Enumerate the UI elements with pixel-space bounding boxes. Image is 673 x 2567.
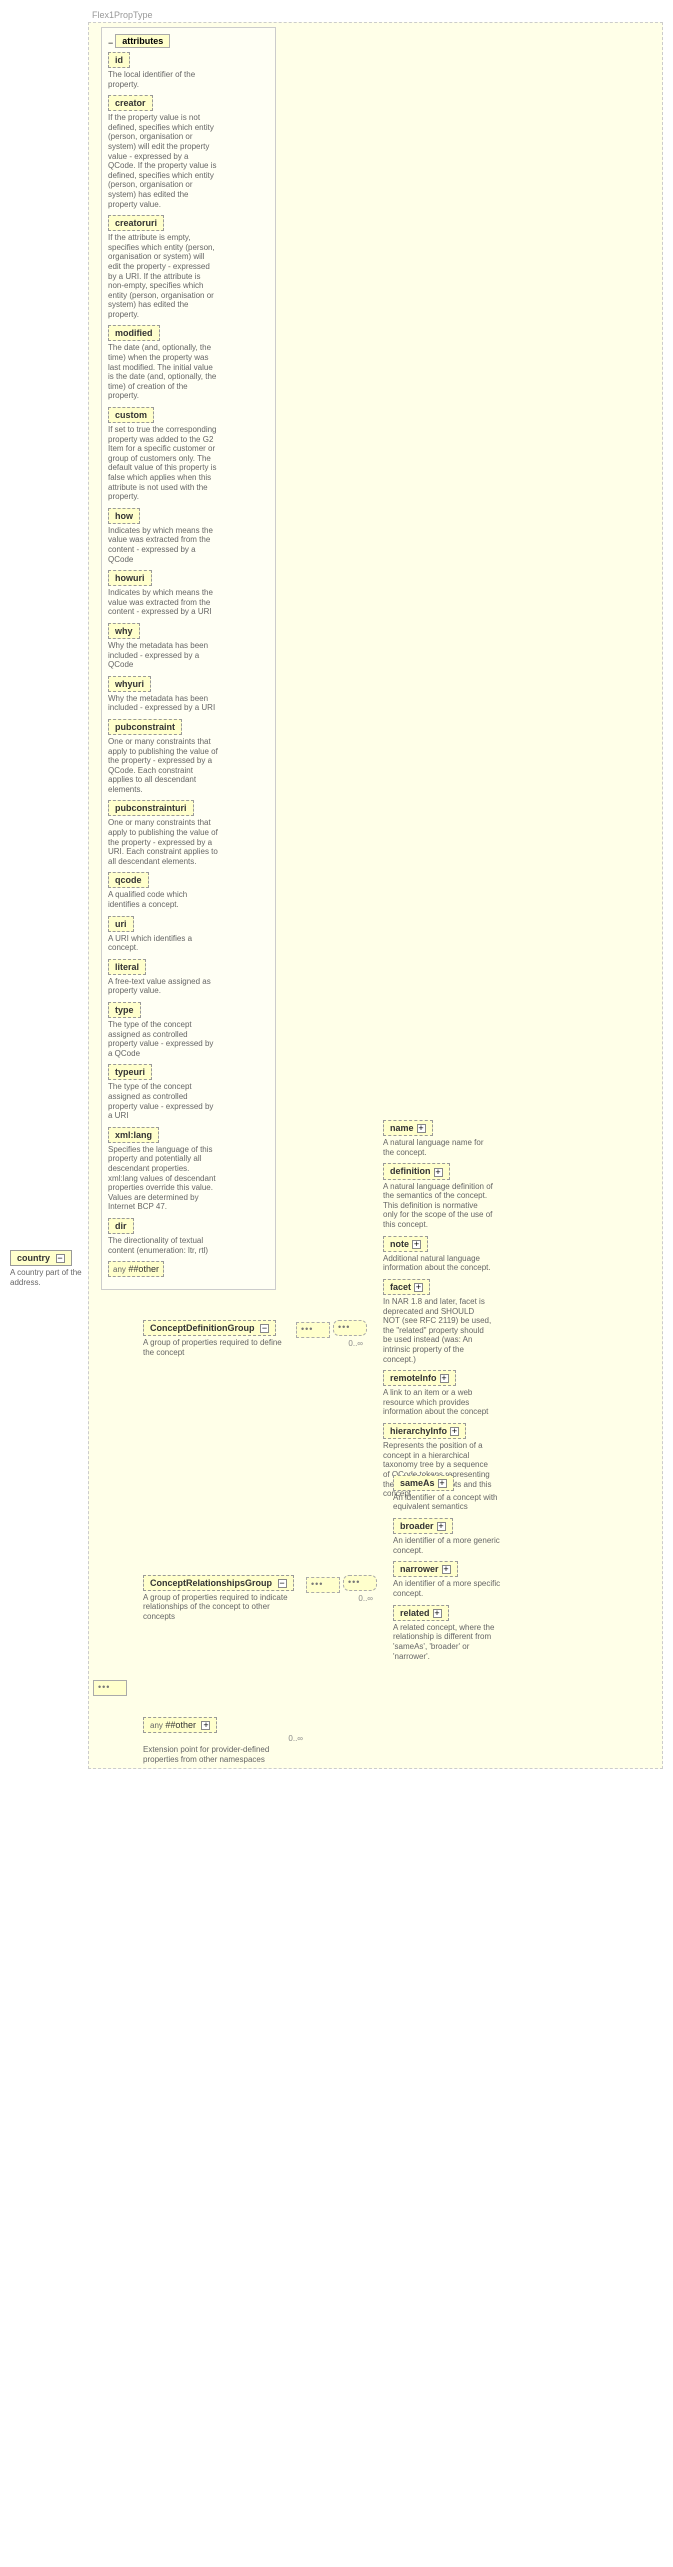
element-doc: A natural language name for the concept. <box>383 1138 493 1157</box>
attribute-doc: If the attribute is empty, specifies whi… <box>108 233 218 319</box>
attribute-doc: The type of the concept assigned as cont… <box>108 1020 218 1058</box>
element-related[interactable]: related+ <box>393 1605 449 1621</box>
concept-definition-group[interactable]: ConceptDefinitionGroup − <box>143 1320 276 1336</box>
cardinality: 0..∞ <box>143 1734 303 1743</box>
attribute-doc: A free-text value assigned as property v… <box>108 977 218 996</box>
cardinality: 0..∞ <box>343 1594 373 1603</box>
group-label[interactable]: ConceptDefinitionGroup <box>150 1323 255 1333</box>
expand-icon[interactable]: + <box>442 1565 451 1574</box>
collapse-icon[interactable]: − <box>108 38 113 48</box>
attribute-type[interactable]: type <box>108 1002 141 1018</box>
attribute-doc: If the property value is not defined, sp… <box>108 113 218 209</box>
concept-relationships-group-row: ConceptRelationshipsGroup − A group of p… <box>143 1575 658 1667</box>
attribute-uri[interactable]: uri <box>108 916 134 932</box>
element-sameAs[interactable]: sameAs+ <box>393 1475 454 1491</box>
element-doc: An identifier of a more specific concept… <box>393 1579 503 1598</box>
type-name: Flex1PropType <box>88 10 663 20</box>
attribute-pubconstrainturi[interactable]: pubconstrainturi <box>108 800 194 816</box>
collapse-icon[interactable]: − <box>278 1579 287 1588</box>
expand-icon[interactable]: + <box>437 1522 446 1531</box>
expand-icon[interactable]: + <box>417 1124 426 1133</box>
element-narrower[interactable]: narrower+ <box>393 1561 458 1577</box>
attribute-doc: One or many constraints that apply to pu… <box>108 818 218 866</box>
attribute-modified[interactable]: modified <box>108 325 160 341</box>
choice-compositor[interactable] <box>333 1320 367 1336</box>
attribute-doc: The local identifier of the property. <box>108 70 218 89</box>
attribute-doc: The date (and, optionally, the time) whe… <box>108 343 218 401</box>
attribute-typeuri[interactable]: typeuri <box>108 1064 152 1080</box>
attribute-dir[interactable]: dir <box>108 1218 134 1234</box>
attributes-header: attributes <box>115 34 170 48</box>
attribute-qcode[interactable]: qcode <box>108 872 149 888</box>
element-name[interactable]: name+ <box>383 1120 433 1136</box>
attribute-doc: One or many constraints that apply to pu… <box>108 737 218 795</box>
expand-icon[interactable]: + <box>440 1374 449 1383</box>
attribute-why[interactable]: why <box>108 623 140 639</box>
extension-any[interactable]: any ##other + <box>143 1717 217 1733</box>
attribute-doc: Indicates by which means the value was e… <box>108 588 218 617</box>
sequence-compositor[interactable] <box>296 1322 330 1338</box>
extension-doc: Extension point for provider-defined pro… <box>143 1745 293 1764</box>
expand-icon[interactable]: + <box>433 1609 442 1618</box>
expand-icon[interactable]: + <box>201 1721 210 1730</box>
attribute-pubconstraint[interactable]: pubconstraint <box>108 719 182 735</box>
expand-icon[interactable]: + <box>434 1168 443 1177</box>
element-doc: A natural language definition of the sem… <box>383 1182 493 1230</box>
attribute-whyuri[interactable]: whyuri <box>108 676 151 692</box>
expand-icon[interactable]: + <box>438 1479 447 1488</box>
element-broader[interactable]: broader+ <box>393 1518 453 1534</box>
sequence-compositor[interactable] <box>93 1680 127 1696</box>
collapse-icon[interactable]: − <box>56 1254 65 1263</box>
attribute-how[interactable]: how <box>108 508 140 524</box>
attribute-doc: A qualified code which identifies a conc… <box>108 890 218 909</box>
attribute-doc: Indicates by which means the value was e… <box>108 526 218 564</box>
expand-icon[interactable]: + <box>412 1240 421 1249</box>
attribute-doc: The directionality of textual content (e… <box>108 1236 218 1255</box>
expand-icon[interactable]: + <box>414 1283 423 1292</box>
attribute-doc: Specifies the language of this property … <box>108 1145 218 1212</box>
collapse-icon[interactable]: − <box>260 1324 269 1333</box>
root-doc: A country part of the address. <box>10 1268 88 1287</box>
element-doc: An identifier of a more generic concept. <box>393 1536 503 1555</box>
attribute-howuri[interactable]: howuri <box>108 570 152 586</box>
attribute-doc: If set to true the corresponding propert… <box>108 425 218 502</box>
element-doc: A related concept, where the relationshi… <box>393 1623 503 1661</box>
element-remoteInfo[interactable]: remoteInfo+ <box>383 1370 456 1386</box>
sequence-compositor[interactable] <box>306 1577 340 1593</box>
cardinality: 0..∞ <box>333 1339 363 1348</box>
attribute-creator[interactable]: creator <box>108 95 153 111</box>
root-element[interactable]: country − <box>10 1250 72 1266</box>
element-facet[interactable]: facet+ <box>383 1279 430 1295</box>
element-hierarchyInfo[interactable]: hierarchyInfo+ <box>383 1423 466 1439</box>
group-doc: A group of properties required to define… <box>143 1338 293 1357</box>
type-wrapper: − attributes id The local identifier of t… <box>88 22 663 1769</box>
choice-compositor[interactable] <box>343 1575 377 1591</box>
attribute-doc: Why the metadata has been included - exp… <box>108 641 218 670</box>
attribute-doc: A URI which identifies a concept. <box>108 934 218 953</box>
attribute-literal[interactable]: literal <box>108 959 146 975</box>
element-doc: A link to an item or a web resource whic… <box>383 1388 493 1417</box>
attribute-creatoruri[interactable]: creatoruri <box>108 215 164 231</box>
attribute-doc: Why the metadata has been included - exp… <box>108 694 218 713</box>
attribute-id[interactable]: id <box>108 52 130 68</box>
element-doc: Additional natural language information … <box>383 1254 493 1273</box>
any-attribute[interactable]: any ##other <box>108 1261 164 1277</box>
extension-any-row: any ##other + 0..∞ Extension point for p… <box>143 1717 303 1764</box>
group-label[interactable]: ConceptRelationshipsGroup <box>150 1578 272 1588</box>
attributes-block: − attributes id The local identifier of t… <box>101 27 276 1290</box>
attribute-doc: The type of the concept assigned as cont… <box>108 1082 218 1120</box>
attribute-custom[interactable]: custom <box>108 407 154 423</box>
element-doc: In NAR 1.8 and later, facet is deprecate… <box>383 1297 493 1364</box>
expand-icon[interactable]: + <box>450 1427 459 1436</box>
concept-relationships-group[interactable]: ConceptRelationshipsGroup − <box>143 1575 294 1591</box>
element-doc: An identifier of a concept with equivale… <box>393 1493 503 1512</box>
element-definition[interactable]: definition+ <box>383 1163 450 1179</box>
group-doc: A group of properties required to indica… <box>143 1593 303 1622</box>
attribute-xml-lang[interactable]: xml:lang <box>108 1127 159 1143</box>
element-note[interactable]: note+ <box>383 1236 428 1252</box>
root-element-label: country <box>17 1253 50 1263</box>
